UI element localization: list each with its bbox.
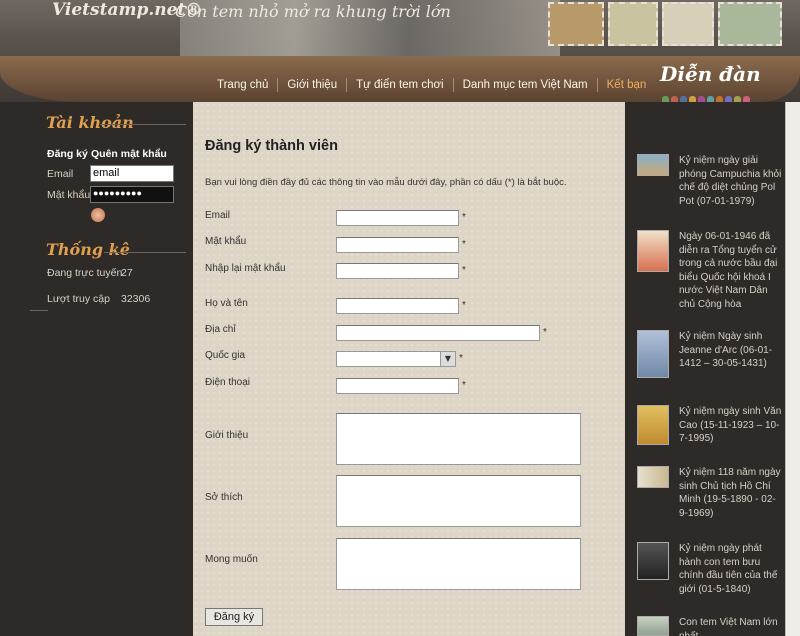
news-item[interactable]: Ngày 06-01-1946 đã diễn ra Tổng tuyển cử… [637, 230, 782, 330]
news-item[interactable]: Kỷ niệm Ngày sinh Jeanne d'Arc (06-01-14… [637, 330, 782, 390]
password-confirm-label: Nhập lại mật khẩu [205, 263, 286, 274]
stamp-thumbnail[interactable] [637, 466, 669, 488]
about-label: Giới thiệu [205, 430, 249, 441]
fullname-field[interactable] [336, 298, 459, 314]
stats-title: Thống kê [46, 240, 130, 259]
online-count: 27 [121, 267, 133, 279]
login-button[interactable] [91, 208, 105, 222]
address-label: Địa chỉ [205, 324, 236, 335]
nav-vietnam-catalog[interactable]: Danh mục tem Việt Nam [452, 78, 597, 92]
news-item[interactable]: Con tem Việt Nam lớn nhất [637, 616, 782, 636]
stamp-thumbnail[interactable] [637, 330, 669, 378]
required-mark: * [462, 300, 466, 311]
forum-title: Diễn đàn [660, 62, 761, 86]
stamp-thumbnail[interactable] [637, 542, 669, 580]
login-password-input[interactable]: ●●●●●●●●● [90, 186, 174, 203]
phone-field[interactable] [336, 378, 459, 394]
nav-stamp-dictionary[interactable]: Tự điển tem chơi [346, 78, 452, 92]
stamp-thumbnail[interactable] [637, 230, 669, 272]
right-sidebar: Kỷ niệm ngày giải phóng Campuchia khỏi c… [625, 102, 785, 636]
site-slogan: Con tem nhỏ mở ra khung trời lớn [175, 2, 451, 21]
register-button[interactable]: Đăng ký [205, 608, 263, 626]
stamp-thumbnail[interactable] [637, 154, 669, 176]
nav-home[interactable]: Trang chủ [208, 78, 277, 92]
news-item[interactable]: Kỷ niệm ngày giải phóng Campuchia khỏi c… [637, 154, 782, 214]
required-mark: * [462, 380, 466, 391]
banner-stamp-image [548, 2, 604, 46]
page-title: Đăng ký thành viên [205, 138, 338, 154]
forgot-password-link[interactable]: Quên mật khẩu [91, 148, 167, 160]
about-textarea[interactable] [336, 413, 581, 465]
password-field[interactable] [336, 237, 459, 253]
news-link[interactable]: Kỷ niệm ngày sinh Văn Cao (15-11-1923 – … [679, 405, 783, 446]
left-sidebar: Tài khoản Đăng ký Quên mật khẩu Email em… [0, 102, 193, 636]
hobbies-textarea[interactable] [336, 475, 581, 527]
news-link[interactable]: Kỷ niệm 118 năm ngày sinh Chủ tịch Hồ Ch… [679, 466, 783, 520]
country-select[interactable]: ▼ [336, 351, 456, 367]
country-label: Quốc gia [205, 350, 246, 361]
news-item[interactable]: Kỷ niệm 118 năm ngày sinh Chủ tịch Hồ Ch… [637, 466, 782, 536]
fullname-label: Họ và tên [205, 298, 248, 309]
divider [104, 252, 186, 253]
required-mark: * [462, 239, 466, 250]
register-link[interactable]: Đăng ký [47, 148, 88, 160]
news-link[interactable]: Con tem Việt Nam lớn nhất [679, 616, 782, 636]
email-label: Email [205, 210, 231, 221]
wishes-label: Mong muốn [205, 554, 258, 565]
registration-panel: Đăng ký thành viên Bạn vui lòng điền đầy… [193, 102, 625, 636]
login-password-label: Mật khẩu [47, 189, 91, 201]
password-label: Mật khẩu [205, 236, 247, 247]
stamp-thumbnail[interactable] [637, 616, 669, 636]
account-title: Tài khoản [46, 113, 134, 132]
news-item[interactable]: Kỷ niệm ngày sinh Văn Cao (15-11-1923 – … [637, 405, 782, 461]
phone-label: Điện thoại [205, 377, 251, 388]
news-link[interactable]: Kỷ niệm ngày phát hành con tem bưu chính… [679, 542, 783, 596]
online-label: Đang trực tuyến [47, 267, 123, 279]
news-link[interactable]: Kỷ niệm Ngày sinh Jeanne d'Arc (06-01-14… [679, 330, 783, 371]
page-scrollbar[interactable] [785, 102, 800, 636]
banner-stamp-image [608, 2, 658, 46]
nav-about[interactable]: Giới thiệu [277, 78, 346, 92]
required-mark: * [543, 327, 547, 338]
form-intro: Bạn vui lòng điền đầy đủ các thông tin v… [205, 177, 567, 188]
visits-label: Lượt truy cập [47, 293, 110, 305]
news-item[interactable]: Kỷ niệm ngày phát hành con tem bưu chính… [637, 542, 782, 602]
divider [30, 310, 48, 311]
news-link[interactable]: Kỷ niệm ngày giải phóng Campuchia khỏi c… [679, 154, 783, 208]
visits-count: 32306 [121, 293, 151, 305]
required-mark: * [462, 212, 466, 223]
chevron-down-icon[interactable]: ▼ [440, 352, 455, 366]
nav-friends[interactable]: Kết bạn [596, 78, 656, 92]
news-link[interactable]: Ngày 06-01-1946 đã diễn ra Tổng tuyển cử… [679, 230, 783, 311]
email-field[interactable] [336, 210, 459, 226]
page: Vietstamp.net® Con tem nhỏ mở ra khung t… [0, 0, 800, 636]
divider [100, 124, 186, 125]
stamp-thumbnail[interactable] [637, 405, 669, 445]
main-nav: Trang chủ Giới thiệu Tự điển tem chơi Da… [208, 78, 655, 92]
banner-stamp-image [662, 2, 714, 46]
required-mark: * [462, 265, 466, 276]
login-email-input[interactable]: email [90, 165, 174, 182]
required-mark: * [459, 353, 463, 364]
password-confirm-field[interactable] [336, 263, 459, 279]
wishes-textarea[interactable] [336, 538, 581, 590]
address-field[interactable] [336, 325, 540, 341]
login-email-label: Email [47, 168, 74, 180]
hobbies-label: Sở thích [205, 492, 243, 503]
banner-stamp-image [718, 2, 782, 46]
